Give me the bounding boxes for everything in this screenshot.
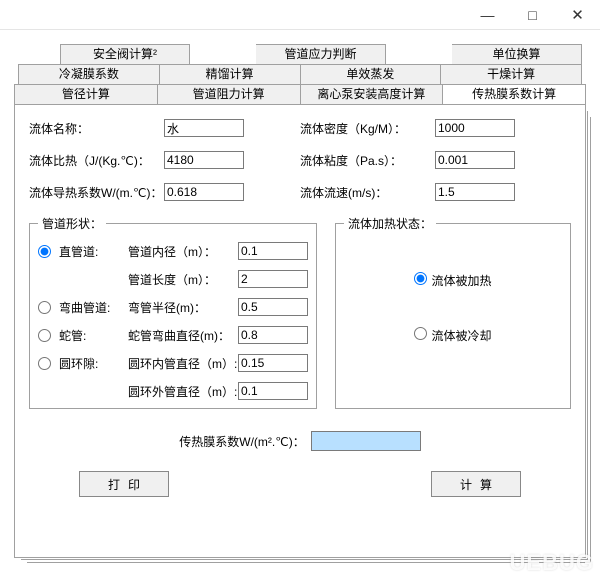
radio-cooled[interactable]: 流体被冷却 — [414, 327, 491, 344]
label-fluid-k: 流体导热系数W/(m.℃)： — [29, 184, 164, 201]
tab-drying[interactable]: 干燥计算 — [441, 64, 582, 84]
radio-coil[interactable]: 蛇管: — [38, 327, 128, 344]
group-heat-state: 流体加热状态： 流体被加热 流体被冷却 — [335, 215, 571, 409]
radio-heated[interactable]: 流体被加热 — [414, 272, 491, 289]
label-fluid-visc: 流体粘度（Pa.s）： — [300, 152, 435, 169]
radio-straight[interactable]: 直管道: — [38, 243, 128, 260]
input-coil-d[interactable] — [238, 326, 308, 344]
close-button[interactable]: ✕ — [555, 0, 600, 29]
radio-annulus[interactable]: 圆环隙: — [38, 355, 128, 372]
input-inner-d[interactable] — [238, 242, 308, 260]
input-fluid-name[interactable] — [164, 119, 244, 137]
input-fluid-cp[interactable] — [164, 151, 244, 169]
label-fluid-name: 流体名称： — [29, 120, 164, 137]
tab-safety-valve[interactable]: 安全阀计算² — [60, 44, 190, 64]
label-pipe-len: 管道长度（m）： — [128, 271, 238, 288]
titlebar: — □ ✕ — [0, 0, 600, 30]
label-fluid-cp: 流体比热（J/(Kg.℃)： — [29, 152, 164, 169]
tab-panel: 流体名称： 流体密度（Kg/M）： 流体比热（J/(Kg.℃)： 流体粘度（Pa… — [14, 104, 586, 558]
calc-button[interactable]: 计算 — [431, 471, 521, 497]
input-result[interactable] — [311, 431, 421, 451]
tab-pump-height[interactable]: 离心泵安装高度计算 — [301, 84, 444, 104]
minimize-button[interactable]: — — [465, 0, 510, 29]
label-ann-out: 圆环外管直径（m）: — [128, 383, 238, 400]
input-fluid-k[interactable] — [164, 183, 244, 201]
label-ann-in: 圆环内管直径（m）: — [128, 355, 238, 372]
label-fluid-vel: 流体流速(m/s)： — [300, 184, 435, 201]
tab-condense-coeff[interactable]: 冷凝膜系数 — [18, 64, 160, 84]
tab-evaporation[interactable]: 单效蒸发 — [301, 64, 442, 84]
label-coil-d: 蛇管弯曲直径(m)： — [128, 327, 238, 344]
input-ann-out[interactable] — [238, 382, 308, 400]
input-pipe-len[interactable] — [238, 270, 308, 288]
legend-pipe-shape: 管道形状： — [38, 215, 106, 232]
legend-heat-state: 流体加热状态： — [344, 215, 436, 232]
input-fluid-visc[interactable] — [435, 151, 515, 169]
tab-pipe-resist[interactable]: 管道阻力计算 — [158, 84, 301, 104]
input-fluid-vel[interactable] — [435, 183, 515, 201]
radio-bend[interactable]: 弯曲管道: — [38, 299, 128, 316]
label-inner-d: 管道内径（m）： — [128, 243, 238, 260]
group-pipe-shape: 管道形状： 直管道: 管道内径（m）： 管道长度（m）： 弯曲管道: 弯管半径(… — [29, 215, 317, 409]
input-bend-r[interactable] — [238, 298, 308, 316]
tab-control: 安全阀计算² 管道应力判断 单位换算 冷凝膜系数 精馏计算 单效蒸发 干燥计算 … — [14, 44, 586, 558]
tab-distillation[interactable]: 精馏计算 — [160, 64, 301, 84]
tab-pipe-diameter[interactable]: 管径计算 — [14, 84, 158, 104]
label-fluid-density: 流体密度（Kg/M）： — [300, 120, 435, 137]
label-bend-r: 弯管半径(m)： — [128, 299, 238, 316]
input-ann-in[interactable] — [238, 354, 308, 372]
maximize-button[interactable]: □ — [510, 0, 555, 29]
label-result: 传热膜系数W/(m².℃)： — [179, 433, 304, 450]
app-body: 安全阀计算² 管道应力判断 单位换算 冷凝膜系数 精馏计算 单效蒸发 干燥计算 … — [0, 30, 600, 570]
tab-heat-film-coeff[interactable]: 传热膜系数计算 — [443, 84, 586, 104]
input-fluid-density[interactable] — [435, 119, 515, 137]
tab-pipe-stress[interactable]: 管道应力判断 — [256, 44, 386, 64]
tab-unit-convert[interactable]: 单位换算 — [452, 44, 582, 64]
print-button[interactable]: 打印 — [79, 471, 169, 497]
